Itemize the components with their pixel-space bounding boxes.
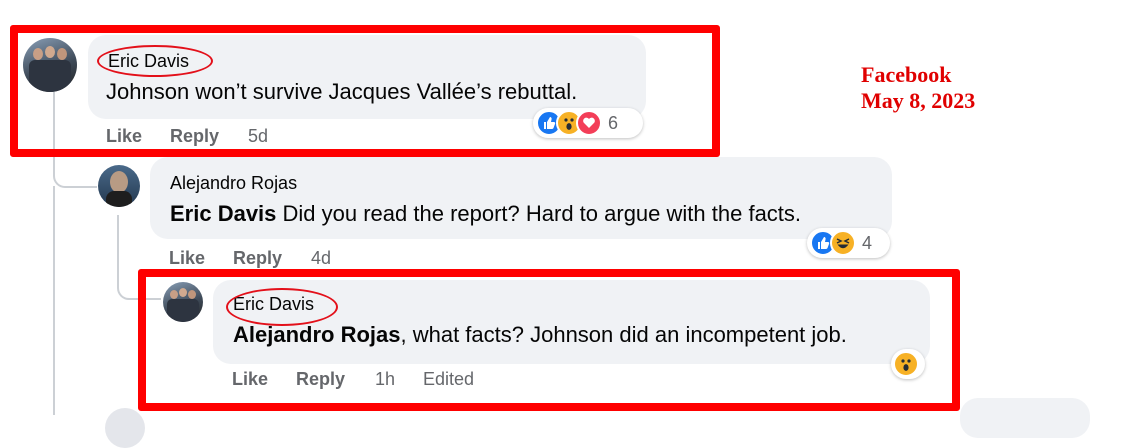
comment-body: Did you read the report? Hard to argue w… bbox=[276, 201, 802, 226]
comment-bubble bbox=[960, 398, 1090, 438]
comment-timestamp[interactable]: 4d bbox=[311, 248, 331, 269]
reaction-count: 4 bbox=[862, 232, 873, 253]
author-circle bbox=[226, 288, 338, 326]
author-circle bbox=[97, 45, 213, 77]
reply-button[interactable]: Reply bbox=[233, 248, 282, 269]
highlight-box bbox=[10, 25, 720, 157]
source-date: May 8, 2023 bbox=[861, 88, 976, 113]
mention-link[interactable]: Eric Davis bbox=[170, 201, 276, 226]
avatar[interactable] bbox=[98, 165, 140, 207]
like-button[interactable]: Like bbox=[169, 248, 205, 269]
source-label: Facebook May 8, 2023 bbox=[861, 62, 975, 114]
comment-author[interactable]: Alejandro Rojas bbox=[170, 173, 297, 194]
reaction-summary[interactable]: 4 bbox=[807, 228, 890, 258]
thread-line-continue bbox=[53, 186, 55, 415]
comment-bubble: Alejandro Rojas Eric Davis Did you read … bbox=[150, 157, 892, 239]
source-site: Facebook bbox=[861, 62, 952, 87]
haha-reaction-icon bbox=[830, 230, 856, 256]
comment-text: Eric Davis Did you read the report? Hard… bbox=[170, 201, 801, 227]
avatar bbox=[105, 408, 145, 448]
